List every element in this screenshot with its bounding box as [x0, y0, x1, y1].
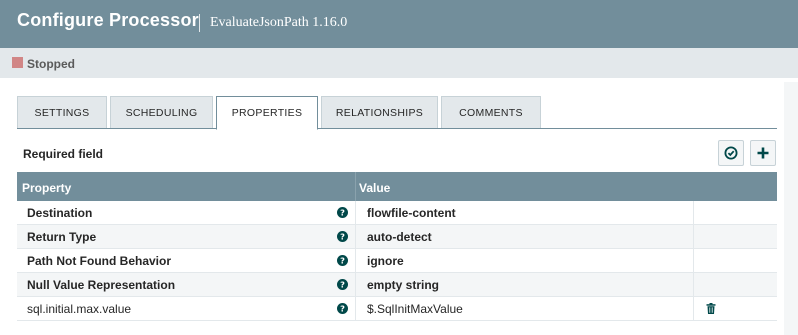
- svg-text:?: ?: [340, 232, 345, 242]
- table-row[interactable]: Path Not Found Behavior ? ignore: [17, 249, 777, 273]
- add-property-button[interactable]: [750, 140, 776, 166]
- plus-icon: [757, 147, 769, 159]
- help-icon[interactable]: ?: [337, 231, 348, 242]
- table-row[interactable]: Null Value Representation ? empty string: [17, 273, 777, 297]
- table-row[interactable]: sql.initial.max.value ? $.SqlInitMaxValu…: [17, 297, 777, 321]
- help-icon[interactable]: ?: [337, 279, 348, 290]
- properties-table: Property Value Destination ? flowfile-co…: [17, 172, 777, 321]
- property-value[interactable]: flowfile-content: [367, 206, 456, 220]
- property-name: Path Not Found Behavior: [27, 254, 171, 268]
- property-value[interactable]: $.SqlInitMaxValue: [367, 302, 463, 316]
- table-row[interactable]: Destination ? flowfile-content: [17, 201, 777, 225]
- tab-comments[interactable]: COMMENTS: [441, 96, 541, 129]
- cell-divider: [693, 297, 694, 321]
- help-icon[interactable]: ?: [337, 303, 348, 314]
- cell-divider: [355, 297, 356, 321]
- property-name: sql.initial.max.value: [27, 302, 132, 316]
- status-bar: [0, 48, 798, 78]
- property-value[interactable]: ignore: [367, 254, 404, 268]
- property-name: Destination: [27, 206, 93, 220]
- processor-status: Stopped: [27, 57, 75, 71]
- property-value[interactable]: auto-detect: [367, 230, 432, 244]
- tab-relationships[interactable]: RELATIONSHIPS: [321, 96, 438, 129]
- dialog-header: Configure Processor EvaluateJsonPath 1.1…: [0, 0, 798, 48]
- verify-properties-button[interactable]: [718, 140, 744, 166]
- tab-scheduling[interactable]: SCHEDULING: [110, 96, 213, 129]
- cell-divider: [693, 273, 694, 297]
- cell-divider: [355, 225, 356, 249]
- svg-text:?: ?: [340, 256, 345, 266]
- help-icon[interactable]: ?: [337, 207, 348, 218]
- help-icon[interactable]: ?: [337, 255, 348, 266]
- title-separator: [199, 14, 200, 32]
- cell-divider: [355, 273, 356, 297]
- cell-divider: [355, 249, 356, 273]
- property-name: Null Value Representation: [27, 278, 176, 292]
- table-row[interactable]: Return Type ? auto-detect: [17, 225, 777, 249]
- stopped-icon: [12, 57, 23, 68]
- column-divider: [355, 172, 356, 201]
- svg-text:?: ?: [340, 280, 345, 290]
- required-field-label: Required field: [23, 147, 104, 161]
- scrollbar[interactable]: [784, 82, 798, 335]
- svg-text:?: ?: [340, 304, 345, 314]
- property-value[interactable]: empty string: [367, 278, 439, 292]
- tab-settings[interactable]: SETTINGS: [17, 96, 107, 129]
- cell-divider: [355, 201, 356, 225]
- cell-divider: [693, 249, 694, 273]
- property-name: Return Type: [27, 230, 97, 244]
- tabs-divider: [17, 128, 777, 129]
- trash-icon[interactable]: [706, 303, 716, 314]
- processor-type-version: EvaluateJsonPath 1.16.0: [210, 15, 348, 30]
- check-circle-icon: [724, 146, 738, 160]
- svg-text:?: ?: [340, 208, 345, 218]
- table-header: Property Value: [17, 172, 777, 201]
- column-header-value[interactable]: Value: [359, 181, 390, 195]
- cell-divider: [693, 201, 694, 225]
- dialog-title: Configure Processor: [17, 10, 199, 30]
- cell-divider: [693, 225, 694, 249]
- column-header-property[interactable]: Property: [22, 181, 71, 195]
- tab-properties[interactable]: PROPERTIES: [216, 96, 318, 130]
